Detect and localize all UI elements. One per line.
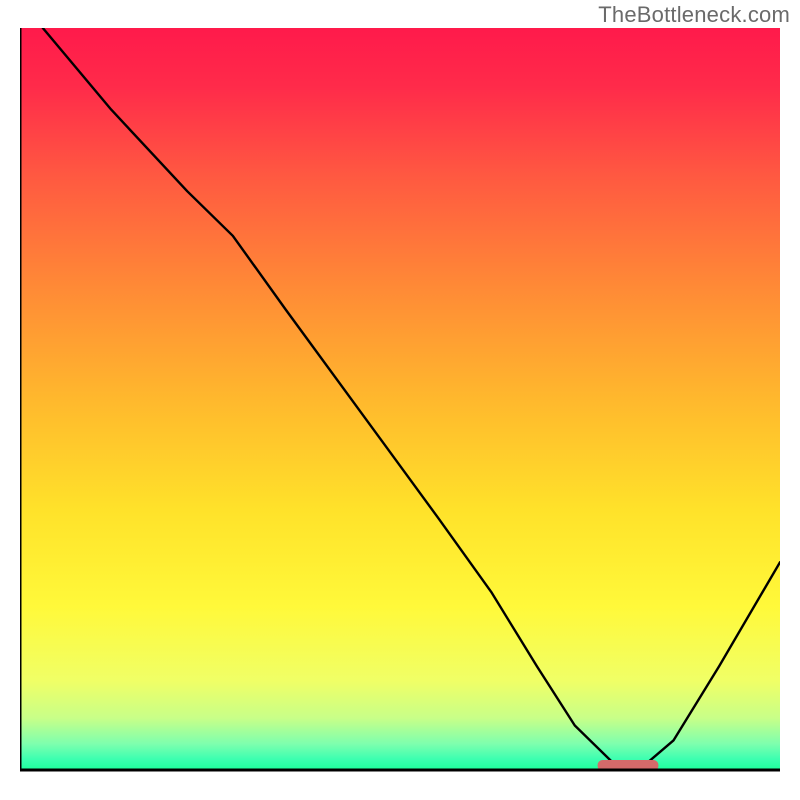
watermark-text: TheBottleneck.com	[598, 2, 790, 28]
chart-container	[20, 28, 780, 784]
gradient-background	[20, 28, 780, 770]
bottleneck-chart	[20, 28, 780, 784]
